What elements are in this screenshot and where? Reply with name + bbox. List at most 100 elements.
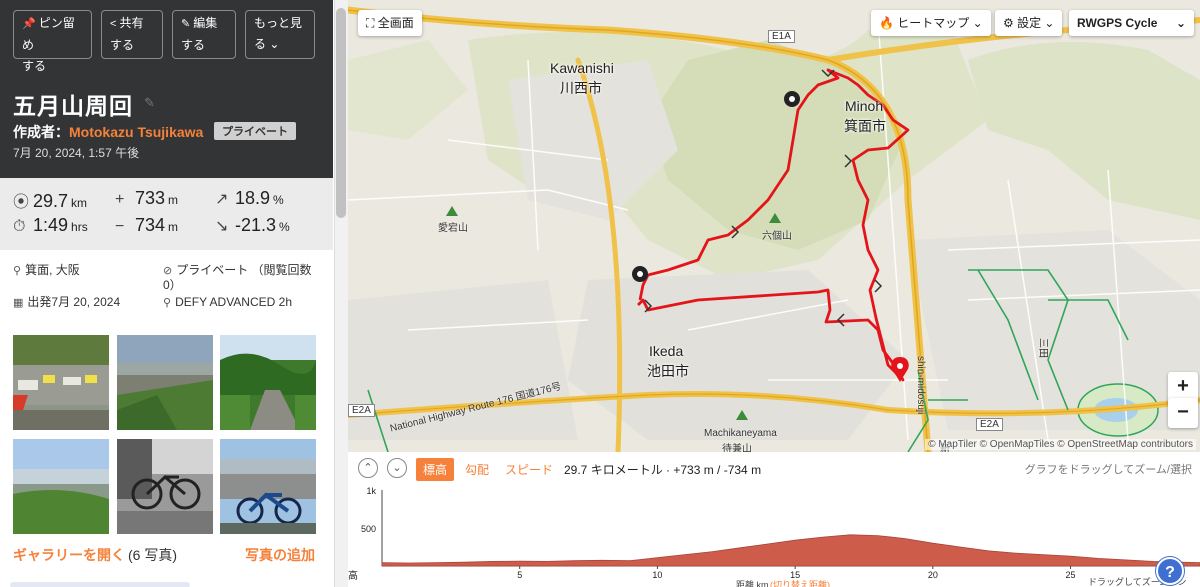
bike: ⚲ DEFY ADVANCED 2h — [163, 295, 323, 310]
x-tick-label: 20 — [928, 570, 938, 580]
arrow-up-right-icon: ↗ — [215, 191, 229, 208]
arrow-down-right-icon: ↘ — [215, 218, 229, 235]
map-label-e2a: E2A — [976, 418, 1003, 431]
elevation-area — [381, 534, 1200, 567]
route-header: 📌 ピン留め する < 共有 する ✎ 編集 する もっと見 る ⌄ 五月山周回 ✎ … — [0, 0, 333, 178]
duration-value: 1:49 — [33, 215, 69, 235]
max-grade-unit: % — [273, 193, 284, 207]
elev-loss-unit: m — [168, 220, 179, 234]
y-axis-label: 高 — [348, 569, 358, 582]
more-label: もっと見 — [254, 16, 303, 30]
heatmap-dropdown[interactable]: 🔥 ヒートマップ ⌄ — [871, 10, 991, 36]
stopwatch-icon: ⏱ — [13, 218, 26, 235]
flame-icon: 🔥 — [879, 16, 898, 30]
pencil-icon: ✎ — [181, 18, 191, 30]
map-label-shin-midosuji: shin-midosuji — [915, 356, 926, 415]
photo-thumbnail[interactable] — [117, 439, 213, 534]
min-grade-unit: % — [279, 220, 290, 234]
open-gallery-link[interactable]: ギャラリーを開く — [13, 545, 125, 565]
author-label: 作成者： — [13, 124, 69, 140]
minus-icon: − — [115, 218, 125, 235]
map-label-machikane-ja: 待兼山 — [722, 444, 752, 452]
photo-thumbnail[interactable] — [220, 335, 316, 430]
photo-thumbnail[interactable] — [13, 335, 109, 430]
map-pin-icon: ⚲ — [13, 265, 22, 277]
location-text: 箕面, 大阪 — [25, 263, 80, 277]
max-grade-value: 18.9 — [235, 188, 271, 208]
privacy-text: プライベート （閲覧回数 0） — [163, 263, 312, 292]
x-tick-label: 25 — [1066, 570, 1076, 580]
elev-gain-unit: m — [168, 193, 179, 207]
expand-icon: ⛶ — [366, 16, 378, 30]
photo-thumbnail[interactable] — [117, 335, 213, 430]
map-label-e1a: E1A — [768, 30, 795, 43]
pin-icon: 📌 — [22, 18, 36, 30]
pin-label-2: する — [22, 59, 47, 73]
map-label-minoh: Minoh — [845, 98, 884, 114]
map-canvas — [348, 0, 1200, 452]
min-grade-value: -21.3 — [235, 215, 277, 235]
map-label-rokko: 六個山 — [762, 231, 792, 242]
gear-icon: ⚙ — [1003, 16, 1018, 30]
location: ⚲ 箕面, 大阪 — [13, 263, 153, 278]
route-stats: ⦿ 29.7 km +733 m ↗ 18.9% ⏱ 1:49 hrs −734 m ↘ -21… — [0, 178, 333, 250]
plus-icon: + — [115, 191, 125, 208]
privacy-badge: プライベート — [214, 122, 296, 140]
sidebar-scroll-thumb[interactable] — [336, 8, 346, 218]
departed-text: 出発7月 20, 2024 — [27, 295, 121, 309]
share-button[interactable]: < 共有 する — [101, 10, 163, 59]
share-label: 共有 — [119, 16, 144, 30]
elev-loss-value: 734 — [135, 215, 166, 235]
route-details: ⚲ 箕面, 大阪 ⊘ プライベート （閲覧回数 0） ▦ 出発7月 20, 2024 … — [0, 250, 333, 340]
add-photo-link[interactable]: 写真の追加 — [245, 545, 315, 565]
stat-elev-loss: −734 m — [115, 215, 178, 236]
edit-label: 編集 — [193, 16, 218, 30]
distance-value: 29.7 — [33, 191, 69, 211]
help-button[interactable]: ? — [1156, 557, 1184, 585]
bicycle-icon: ⚲ — [163, 297, 172, 309]
route-date: 7月 20, 2024, 1:57 午後 — [13, 146, 140, 160]
route-page: 📌 ピン留め する < 共有 する ✎ 編集 する もっと見 る ⌄ 五月山周回 ✎ … — [0, 0, 1200, 587]
map-label-ikeda-ja: 池田市 — [647, 363, 689, 379]
map-label-ikeda: Ikeda — [649, 343, 684, 359]
map-label-machikane: Machikaneyama — [704, 428, 777, 439]
duration-unit: hrs — [71, 220, 88, 234]
map-label-kawanishi: Kawanishi — [550, 60, 614, 76]
more-label-2: る ⌄ — [254, 37, 280, 51]
edit-button[interactable]: ✎ 編集 する — [172, 10, 236, 59]
pin-button[interactable]: 📌 ピン留め する — [13, 10, 92, 73]
elevation-panel: ⌃ ⌄ 標高 勾配 スピード 29.7 キロメートル · +733 m / -7… — [348, 452, 1200, 587]
more-button[interactable]: もっと見 る ⌄ — [245, 10, 315, 59]
privacy-info: ⊘ プライベート （閲覧回数 0） — [163, 263, 313, 292]
sidebar-bottom-bar — [10, 582, 190, 587]
map-layer-select[interactable]: RWGPS Cycle ⌄ — [1069, 10, 1194, 36]
elevation-chart[interactable]: 5 10 15 20 25 1k 500 高 距離 km (切り替え距離) ドラッグして… — [348, 452, 1200, 587]
bike-text: DEFY ADVANCED 2h — [175, 295, 292, 309]
zoom-out-button[interactable]: − — [1168, 398, 1198, 428]
map-label-atago: 愛宕山 — [438, 223, 468, 234]
author-row: 作成者：Motokazu Tsujikawa — [13, 122, 203, 142]
heatmap-label: ヒートマップ ⌄ — [897, 16, 983, 30]
settings-dropdown[interactable]: ⚙ 設定 ⌄ — [995, 10, 1063, 36]
stat-distance: ⦿ 29.7 km — [13, 188, 87, 212]
calendar-icon: ▦ — [13, 297, 24, 309]
y-tick: 1k — [366, 486, 376, 496]
edit-title-icon[interactable]: ✎ — [144, 95, 155, 111]
photo-thumbnail[interactable] — [220, 439, 316, 534]
x-tick-label: 5 — [517, 570, 522, 580]
map-label-kawanishi-ja: 川西市 — [560, 80, 602, 96]
route-map[interactable]: Kawanishi 川西市 Minoh 箕面市 Ikeda 池田市 愛宕山 六個… — [348, 0, 1200, 452]
elev-gain-value: 733 — [135, 188, 166, 208]
author-link[interactable]: Motokazu Tsujikawa — [69, 124, 203, 140]
route-sidebar: 📌 ピン留め する < 共有 する ✎ 編集 する もっと見 る ⌄ 五月山周回 ✎ … — [0, 0, 348, 587]
stat-min-grade: ↘ -21.3% — [215, 215, 290, 236]
share-icon: < — [110, 18, 117, 30]
map-attribution[interactable]: © MapTiler © OpenMapTiles © OpenStreetMa… — [925, 439, 1196, 450]
departed: ▦ 出発7月 20, 2024 — [13, 295, 153, 310]
stat-max-grade: ↗ 18.9% — [215, 188, 284, 209]
fullscreen-button[interactable]: ⛶ 全画面 — [358, 10, 422, 36]
edit-label-2: する — [181, 38, 206, 52]
photo-thumbnail[interactable] — [13, 439, 109, 534]
share-label-2: する — [110, 38, 135, 52]
toggle-distance-link: (切り替え距離) — [770, 579, 830, 587]
